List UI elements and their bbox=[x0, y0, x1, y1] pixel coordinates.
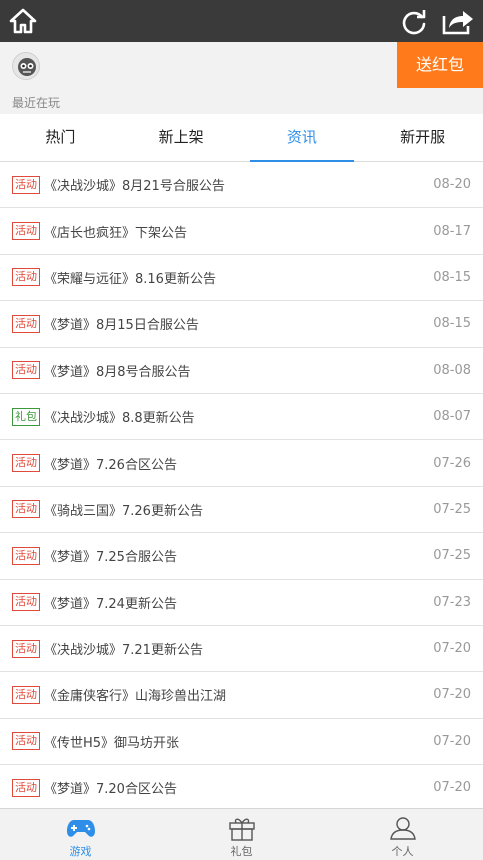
gamepad-icon bbox=[66, 820, 95, 837]
news-date: 07-20 bbox=[433, 733, 471, 749]
event-tag: 活动 bbox=[12, 732, 40, 751]
event-tag: 活动 bbox=[12, 685, 40, 704]
news-date: 08-07 bbox=[433, 409, 471, 425]
news-date: 07-23 bbox=[433, 594, 471, 610]
news-row[interactable]: 活动 《梦道》8月8号合服公告 08-08 bbox=[0, 348, 483, 394]
robot-avatar-icon[interactable] bbox=[12, 52, 40, 80]
news-row[interactable]: 活动 《荣耀与远征》8.16更新公告 08-15 bbox=[0, 255, 483, 302]
news-row[interactable]: 活动 《梦道》7.24更新公告 07-23 bbox=[0, 580, 483, 626]
user-bar: 送红包 bbox=[0, 42, 483, 88]
event-tag: 活动 bbox=[12, 546, 40, 565]
news-list: 活动 《决战沙城》8月21号合服公告 08-20 活动 《店长也疯狂》下架公告 08-1… bbox=[0, 162, 483, 808]
refresh-icon[interactable] bbox=[400, 8, 428, 36]
send-red-packet-button[interactable]: 送红包 bbox=[397, 42, 483, 88]
news-title: 《骑战三国》7.26更新公告 bbox=[44, 503, 203, 519]
news-title: 《决战沙城》7.21更新公告 bbox=[44, 643, 203, 659]
bottom-nav: 游戏 礼包 个人 bbox=[0, 808, 483, 860]
nav-profile[interactable]: 个人 bbox=[322, 809, 483, 860]
news-date: 08-08 bbox=[433, 362, 471, 378]
news-title: 《梦道》8月8号合服公告 bbox=[44, 364, 191, 380]
news-date: 07-26 bbox=[433, 455, 471, 471]
news-date: 07-25 bbox=[433, 548, 471, 564]
news-date: 08-15 bbox=[433, 316, 471, 332]
event-tag: 活动 bbox=[12, 778, 40, 797]
tab-new-release[interactable]: 新上架 bbox=[121, 114, 242, 161]
nav-gifts-label: 礼包 bbox=[230, 845, 253, 858]
news-row[interactable]: 活动 《店长也疯狂》下架公告 08-17 bbox=[0, 208, 483, 255]
news-title: 《梦道》7.24更新公告 bbox=[44, 596, 177, 612]
news-title: 《决战沙城》8.8更新公告 bbox=[44, 411, 195, 427]
event-tag: 活动 bbox=[12, 454, 40, 473]
news-title: 《传世H5》御马坊开张 bbox=[44, 735, 180, 751]
news-title: 《荣耀与远征》8.16更新公告 bbox=[44, 271, 216, 287]
news-date: 08-17 bbox=[433, 223, 471, 239]
news-row[interactable]: 活动 《骑战三国》7.26更新公告 07-25 bbox=[0, 487, 483, 534]
event-tag: 活动 bbox=[12, 175, 40, 194]
recently-played-label: 最近在玩 bbox=[12, 96, 61, 110]
news-title: 《店长也疯狂》下架公告 bbox=[44, 225, 188, 241]
news-date: 07-25 bbox=[433, 501, 471, 517]
news-row[interactable]: 活动 《传世H5》御马坊开张 07-20 bbox=[0, 719, 483, 766]
event-tag: 活动 bbox=[12, 268, 40, 287]
news-row[interactable]: 礼包 《决战沙城》8.8更新公告 08-07 bbox=[0, 394, 483, 441]
news-date: 07-20 bbox=[433, 780, 471, 796]
recently-played-section: 最近在玩 bbox=[0, 88, 483, 114]
news-date: 08-15 bbox=[433, 269, 471, 285]
nav-profile-label: 个人 bbox=[391, 845, 414, 858]
tab-news[interactable]: 资讯 bbox=[242, 114, 363, 162]
news-date: 07-20 bbox=[433, 687, 471, 703]
tab-hot[interactable]: 热门 bbox=[0, 114, 121, 161]
news-row[interactable]: 活动 《梦道》7.26合区公告 07-26 bbox=[0, 440, 483, 487]
user-icon bbox=[389, 817, 416, 840]
tab-new-server[interactable]: 新开服 bbox=[362, 114, 483, 161]
news-row[interactable]: 活动 《梦道》8月15日合服公告 08-15 bbox=[0, 301, 483, 348]
news-row[interactable]: 活动 《决战沙城》7.21更新公告 07-20 bbox=[0, 626, 483, 673]
news-row[interactable]: 活动 《梦道》7.25合服公告 07-25 bbox=[0, 533, 483, 580]
news-row[interactable]: 活动 《决战沙城》8月21号合服公告 08-20 bbox=[0, 162, 483, 209]
news-title: 《梦道》8月15日合服公告 bbox=[44, 318, 199, 334]
news-title: 《金庸侠客行》山海珍兽出江湖 bbox=[44, 689, 227, 705]
news-row[interactable]: 活动 《金庸侠客行》山海珍兽出江湖 07-20 bbox=[0, 672, 483, 719]
share-icon[interactable] bbox=[441, 6, 475, 36]
nav-games-label: 游戏 bbox=[69, 845, 92, 858]
news-date: 07-20 bbox=[433, 641, 471, 657]
nav-gifts[interactable]: 礼包 bbox=[161, 809, 322, 860]
news-title: 《梦道》7.26合区公告 bbox=[44, 457, 177, 473]
event-tag: 活动 bbox=[12, 314, 40, 333]
nav-games[interactable]: 游戏 bbox=[0, 809, 161, 860]
news-title: 《梦道》7.25合服公告 bbox=[44, 550, 177, 566]
gift-icon bbox=[228, 818, 255, 841]
news-date: 08-20 bbox=[433, 177, 471, 193]
top-bar bbox=[0, 0, 483, 42]
home-icon[interactable] bbox=[8, 7, 38, 35]
event-tag: 活动 bbox=[12, 500, 40, 519]
event-tag: 活动 bbox=[12, 639, 40, 658]
news-title: 《决战沙城》8月21号合服公告 bbox=[44, 179, 225, 195]
event-tag: 活动 bbox=[12, 222, 40, 241]
news-title: 《梦道》7.20合区公告 bbox=[44, 782, 177, 798]
gift-tag: 礼包 bbox=[12, 407, 40, 426]
category-tabs: 热门 新上架 资讯 新开服 bbox=[0, 114, 483, 162]
news-row[interactable]: 活动 《梦道》7.20合区公告 07-20 bbox=[0, 765, 483, 808]
event-tag: 活动 bbox=[12, 361, 40, 380]
event-tag: 活动 bbox=[12, 593, 40, 612]
